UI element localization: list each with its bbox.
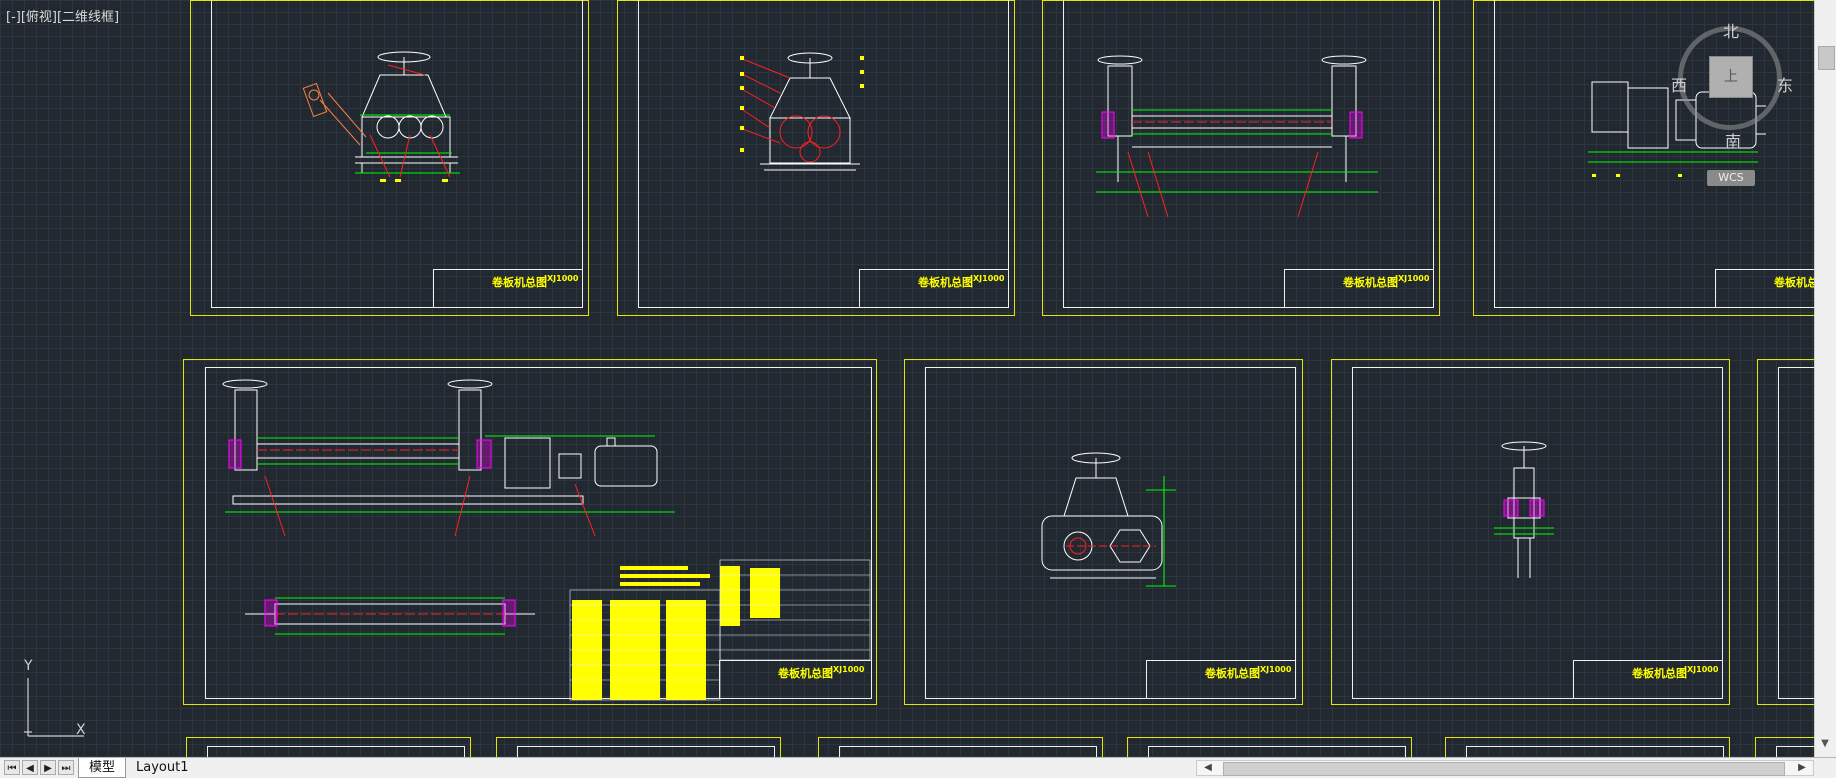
drawing-sheet-row3-1 bbox=[186, 737, 471, 757]
vertical-scroll-thumb[interactable] bbox=[1818, 46, 1835, 70]
drawing-sheet-7 bbox=[1757, 359, 1814, 705]
title-block-text: 卷板机总图 bbox=[1774, 276, 1814, 289]
title-block-text: 卷板机总图 bbox=[1343, 276, 1398, 289]
viewcube-top-face[interactable]: 上 bbox=[1709, 56, 1753, 98]
drawing-sheet-row3-5 bbox=[1445, 737, 1730, 757]
title-block: 卷板机总图 JXJ1000 bbox=[1146, 660, 1296, 699]
scroll-left-arrow-icon[interactable]: ◀ bbox=[1199, 761, 1217, 775]
drawing-frame bbox=[1148, 746, 1406, 757]
gearbox-front-view-drawing bbox=[1041, 452, 1176, 587]
drawing-sheet-row3-2 bbox=[496, 737, 781, 757]
drawing-frame bbox=[1466, 746, 1724, 757]
vertical-scrollbar[interactable]: ▼ bbox=[1814, 0, 1836, 757]
drawing-frame bbox=[839, 746, 1097, 757]
drawing-number: JXJ1000 bbox=[1684, 665, 1719, 674]
title-block-text: 卷板机总图 bbox=[918, 276, 973, 289]
drawing-frame bbox=[207, 746, 465, 757]
title-block: 卷板机总图 JXJ1000 bbox=[859, 269, 1009, 308]
drawing-sheet-row3-6 bbox=[1755, 737, 1814, 757]
prev-layout-button[interactable]: ◀ bbox=[22, 760, 38, 775]
compass-west[interactable]: 西 bbox=[1671, 72, 1687, 96]
ucs-y-label: Y bbox=[24, 658, 33, 674]
compass-south[interactable]: 南 bbox=[1725, 128, 1741, 152]
drawing-frame bbox=[1776, 746, 1814, 757]
compass-east[interactable]: 东 bbox=[1777, 72, 1793, 96]
scroll-down-arrow-icon[interactable]: ▼ bbox=[1815, 735, 1835, 753]
ucs-icon: Y X bbox=[14, 658, 94, 742]
roller-shaft-drawing bbox=[245, 597, 535, 635]
viewcube[interactable]: 上 北 南 东 西 bbox=[1670, 18, 1793, 151]
scroll-right-arrow-icon[interactable]: ▶ bbox=[1793, 761, 1811, 775]
title-block: 卷板机总图 JXJ1000 bbox=[433, 269, 583, 308]
title-block-text: 卷板机总图 bbox=[1632, 667, 1687, 680]
ucs-x-label: X bbox=[76, 722, 86, 738]
title-block-text: 卷板机总图 bbox=[492, 276, 547, 289]
wcs-menu-button[interactable]: WCS bbox=[1707, 170, 1755, 186]
layout-tab-bar: ⏮ ◀ ▶ ⏭ 模型 Layout1 ◀ ▶ bbox=[0, 757, 1836, 778]
drawing-number: JXJ1000 bbox=[1257, 665, 1292, 674]
title-block-text: 卷板机总图 bbox=[1205, 667, 1260, 680]
gear-front-view-drawing bbox=[739, 52, 864, 171]
title-block: 卷板机总图 JXJ1000 bbox=[1284, 269, 1434, 308]
horizontal-scrollbar[interactable]: ◀ ▶ bbox=[1196, 760, 1814, 776]
bill-of-materials-table bbox=[569, 559, 871, 701]
title-block: 卷板机总图 JXJ1000 bbox=[1573, 660, 1723, 699]
drawing-number: JXJ1000 bbox=[970, 274, 1005, 283]
drawing-number: JXJ1000 bbox=[1395, 274, 1430, 283]
assembly-main-view-drawing bbox=[222, 379, 675, 537]
next-layout-button[interactable]: ▶ bbox=[40, 760, 56, 775]
horizontal-scroll-thumb[interactable] bbox=[1223, 762, 1785, 776]
viewport-label[interactable]: [-][俯视][二维线框] bbox=[6, 6, 119, 25]
drawing-number: JXJ1000 bbox=[544, 274, 579, 283]
last-layout-button[interactable]: ⏭ bbox=[58, 760, 74, 775]
drawing-frame bbox=[1778, 367, 1814, 699]
title-block: 卷板机总图 bbox=[1715, 269, 1814, 308]
tab-model[interactable]: 模型 bbox=[78, 758, 127, 778]
first-layout-button[interactable]: ⏮ bbox=[4, 760, 20, 775]
compass-north[interactable]: 北 bbox=[1723, 18, 1739, 42]
drawing-sheet-row3-4 bbox=[1127, 737, 1412, 757]
roller-side-view-drawing bbox=[302, 51, 460, 182]
drawing-sheet-row3-3 bbox=[818, 737, 1103, 757]
tab-layout1[interactable]: Layout1 bbox=[126, 758, 198, 778]
roller-top-view-drawing bbox=[1096, 55, 1378, 218]
drawing-frame bbox=[517, 746, 775, 757]
screw-section-drawing bbox=[1494, 441, 1554, 578]
model-space-canvas[interactable]: [-][俯视][二维线框] 卷板机总图 JXJ1000 卷板机总图 JXJ100… bbox=[0, 0, 1814, 757]
